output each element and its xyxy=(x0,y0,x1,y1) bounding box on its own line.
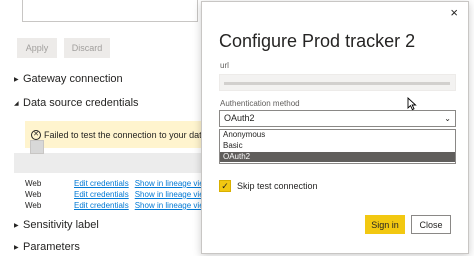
url-input[interactable] xyxy=(219,74,456,91)
option-basic[interactable]: Basic xyxy=(220,141,455,152)
apply-button[interactable]: Apply xyxy=(17,38,57,58)
redacted-url xyxy=(224,82,450,85)
chevron-down-icon: ⌄ xyxy=(444,114,451,123)
section-sensitivity-label[interactable]: ▶ Sensitivity label xyxy=(14,219,99,231)
option-oauth2[interactable]: OAuth2 xyxy=(220,151,455,163)
error-icon: ✕ xyxy=(31,129,41,140)
section-label: Data source credentials xyxy=(23,97,139,109)
section-label: Gateway connection xyxy=(23,73,123,85)
skip-test-connection[interactable]: ✓ Skip test connection xyxy=(219,180,318,192)
caret-right-icon: ▶ xyxy=(14,222,19,229)
section-gateway-connection[interactable]: ▶ Gateway connection xyxy=(14,73,123,85)
edit-credentials-link[interactable]: Edit credentials xyxy=(74,201,129,210)
caret-down-icon: ◢ xyxy=(14,100,19,107)
mouse-cursor-icon xyxy=(407,97,417,111)
error-message-bar: ✕ Failed to test the connection to your … xyxy=(25,121,202,148)
scroll-handle[interactable] xyxy=(30,140,44,154)
dialog-title: Configure Prod tracker 2 xyxy=(219,31,416,51)
section-label: Parameters xyxy=(23,241,80,253)
table-row: Web Edit credentials Show in lineage view xyxy=(25,190,215,199)
source-type: Web xyxy=(25,179,42,188)
caret-right-icon: ▶ xyxy=(14,76,19,83)
auth-method-select[interactable]: OAuth2 ⌄ xyxy=(219,110,456,127)
auth-method-value: OAuth2 xyxy=(224,113,255,123)
error-message: Failed to test the connection to your da… xyxy=(44,129,202,140)
table-row: Web Edit credentials Show in lineage view xyxy=(25,201,215,210)
url-label: url xyxy=(220,61,229,70)
skip-test-label: Skip test connection xyxy=(237,181,318,191)
auth-method-label: Authentication method xyxy=(220,99,300,108)
section-data-source-credentials[interactable]: ◢ Data source credentials xyxy=(14,97,139,109)
lineage-view-link[interactable]: Show in lineage view xyxy=(135,201,210,210)
close-icon[interactable]: × xyxy=(450,6,458,19)
text-area[interactable] xyxy=(22,0,198,22)
table-header xyxy=(14,153,202,173)
source-type: Web xyxy=(25,201,42,210)
source-type: Web xyxy=(25,190,42,199)
checkbox-checked-icon[interactable]: ✓ xyxy=(219,180,231,192)
option-anonymous[interactable]: Anonymous xyxy=(220,130,455,141)
sign-in-button[interactable]: Sign in xyxy=(365,215,405,234)
section-label: Sensitivity label xyxy=(23,219,99,231)
configure-dialog: × Configure Prod tracker 2 url Authentic… xyxy=(201,1,469,254)
auth-method-dropdown: Anonymous Basic OAuth2 xyxy=(219,129,456,164)
edit-credentials-link[interactable]: Edit credentials xyxy=(74,179,129,188)
edit-credentials-link[interactable]: Edit credentials xyxy=(74,190,129,199)
close-button[interactable]: Close xyxy=(411,215,451,234)
lineage-view-link[interactable]: Show in lineage view xyxy=(135,190,210,199)
table-row: Web Edit credentials Show in lineage view xyxy=(25,179,215,188)
lineage-view-link[interactable]: Show in lineage view xyxy=(135,179,210,188)
discard-button[interactable]: Discard xyxy=(64,38,110,58)
section-parameters[interactable]: ▶ Parameters xyxy=(14,241,80,253)
caret-right-icon: ▶ xyxy=(14,244,19,251)
